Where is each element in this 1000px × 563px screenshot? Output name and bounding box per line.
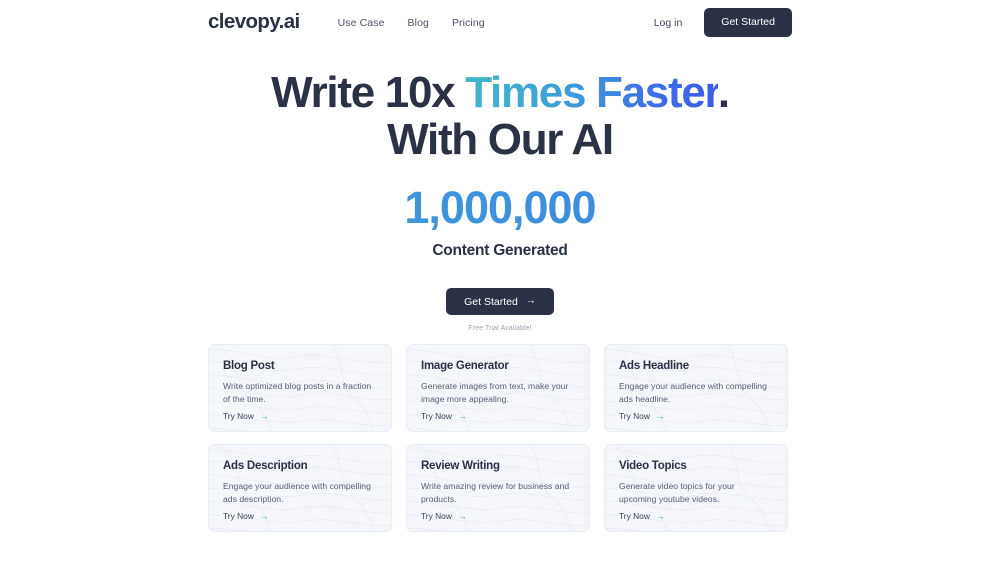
- try-now-label: Try Now: [619, 510, 650, 521]
- headline-line-2: With Our AI: [387, 114, 614, 164]
- content-generated-label: Content Generated: [432, 242, 568, 260]
- card-body: Ads Description Engage your audience wit…: [223, 460, 377, 524]
- hero-cta-group: Get Started → Free Trial Available!: [0, 288, 1000, 332]
- logo[interactable]: clevopy.ai: [208, 12, 300, 33]
- hero-cta-label: Get Started: [464, 295, 518, 308]
- free-trial-note: Free Trial Available!: [468, 325, 532, 333]
- headline-period: .: [717, 68, 730, 117]
- try-now-label: Try Now: [421, 410, 452, 421]
- card-description: Engage your audience with compelling ads…: [223, 480, 371, 504]
- try-now-label: Try Now: [619, 410, 650, 421]
- feature-cards-grid: Blog Post Write optimized blog posts in …: [208, 344, 792, 532]
- arrow-right-icon: →: [259, 510, 269, 521]
- try-now-label: Try Now: [223, 410, 254, 421]
- try-now-link[interactable]: Try Now →: [421, 510, 467, 521]
- arrow-right-icon: →: [457, 410, 467, 421]
- navbar-actions: Log in Get Started: [654, 8, 792, 37]
- card-description: Write amazing review for business and pr…: [421, 480, 570, 504]
- card-body: Review Writing Write amazing review for …: [421, 460, 575, 524]
- try-now-link[interactable]: Try Now →: [223, 510, 269, 521]
- try-now-label: Try Now: [421, 510, 452, 521]
- nav-link-use-case[interactable]: Use Case: [338, 17, 385, 29]
- feature-card-review-writing[interactable]: Review Writing Write amazing review for …: [406, 444, 590, 532]
- arrow-right-icon: →: [655, 410, 665, 421]
- card-description: Write optimized blog posts in a fraction…: [223, 380, 372, 404]
- landing-page: clevopy.ai Use Case Blog Pricing Log in …: [0, 0, 1000, 563]
- card-body: Ads Headline Engage your audience with c…: [619, 360, 773, 424]
- card-title: Ads Headline: [619, 360, 689, 372]
- arrow-right-icon: →: [259, 410, 269, 421]
- headline-line-1: Write 10x Times Faster.: [0, 68, 1000, 117]
- try-now-label: Try Now: [223, 510, 254, 521]
- card-title: Review Writing: [421, 460, 500, 472]
- nav-link-pricing[interactable]: Pricing: [452, 17, 485, 29]
- card-body: Blog Post Write optimized blog posts in …: [223, 360, 377, 424]
- feature-card-ads-description[interactable]: Ads Description Engage your audience wit…: [208, 444, 392, 532]
- arrow-right-icon: →: [525, 295, 536, 307]
- content-generated-counter: 1,000,000: [0, 185, 1000, 230]
- try-now-link[interactable]: Try Now →: [619, 510, 665, 521]
- card-body: Video Topics Generate video topics for y…: [619, 460, 773, 524]
- card-title: Blog Post: [223, 360, 275, 372]
- arrow-right-icon: →: [457, 510, 467, 521]
- navbar: clevopy.ai Use Case Blog Pricing Log in …: [0, 0, 1000, 45]
- primary-nav: Use Case Blog Pricing: [338, 17, 485, 29]
- login-link[interactable]: Log in: [654, 17, 683, 29]
- try-now-link[interactable]: Try Now →: [223, 410, 269, 421]
- try-now-link[interactable]: Try Now →: [619, 410, 665, 421]
- page-title: Write 10x Times Faster. With Our AI: [0, 68, 1000, 164]
- nav-link-blog[interactable]: Blog: [408, 17, 429, 29]
- feature-card-image-generator[interactable]: Image Generator Generate images from tex…: [406, 344, 590, 432]
- feature-card-video-topics[interactable]: Video Topics Generate video topics for y…: [604, 444, 788, 532]
- hero-get-started-button[interactable]: Get Started →: [446, 288, 554, 316]
- card-description: Generate video topics for your upcoming …: [619, 480, 735, 504]
- card-description: Generate images from text, make your ima…: [421, 380, 569, 404]
- card-body: Image Generator Generate images from tex…: [421, 360, 575, 424]
- arrow-right-icon: →: [655, 510, 665, 521]
- hero-section: Write 10x Times Faster. With Our AI 1,00…: [0, 68, 1000, 332]
- headline-text-plain: Write 10x: [271, 68, 466, 117]
- card-title: Image Generator: [421, 360, 509, 372]
- card-title: Video Topics: [619, 460, 687, 472]
- try-now-link[interactable]: Try Now →: [421, 410, 467, 421]
- headline-text-gradient: Times Faster: [465, 68, 719, 117]
- get-started-button[interactable]: Get Started: [704, 8, 792, 37]
- feature-card-blog-post[interactable]: Blog Post Write optimized blog posts in …: [208, 344, 392, 432]
- card-description: Engage your audience with compelling ads…: [619, 380, 767, 404]
- card-title: Ads Description: [223, 460, 308, 472]
- feature-card-ads-headline[interactable]: Ads Headline Engage your audience with c…: [604, 344, 788, 432]
